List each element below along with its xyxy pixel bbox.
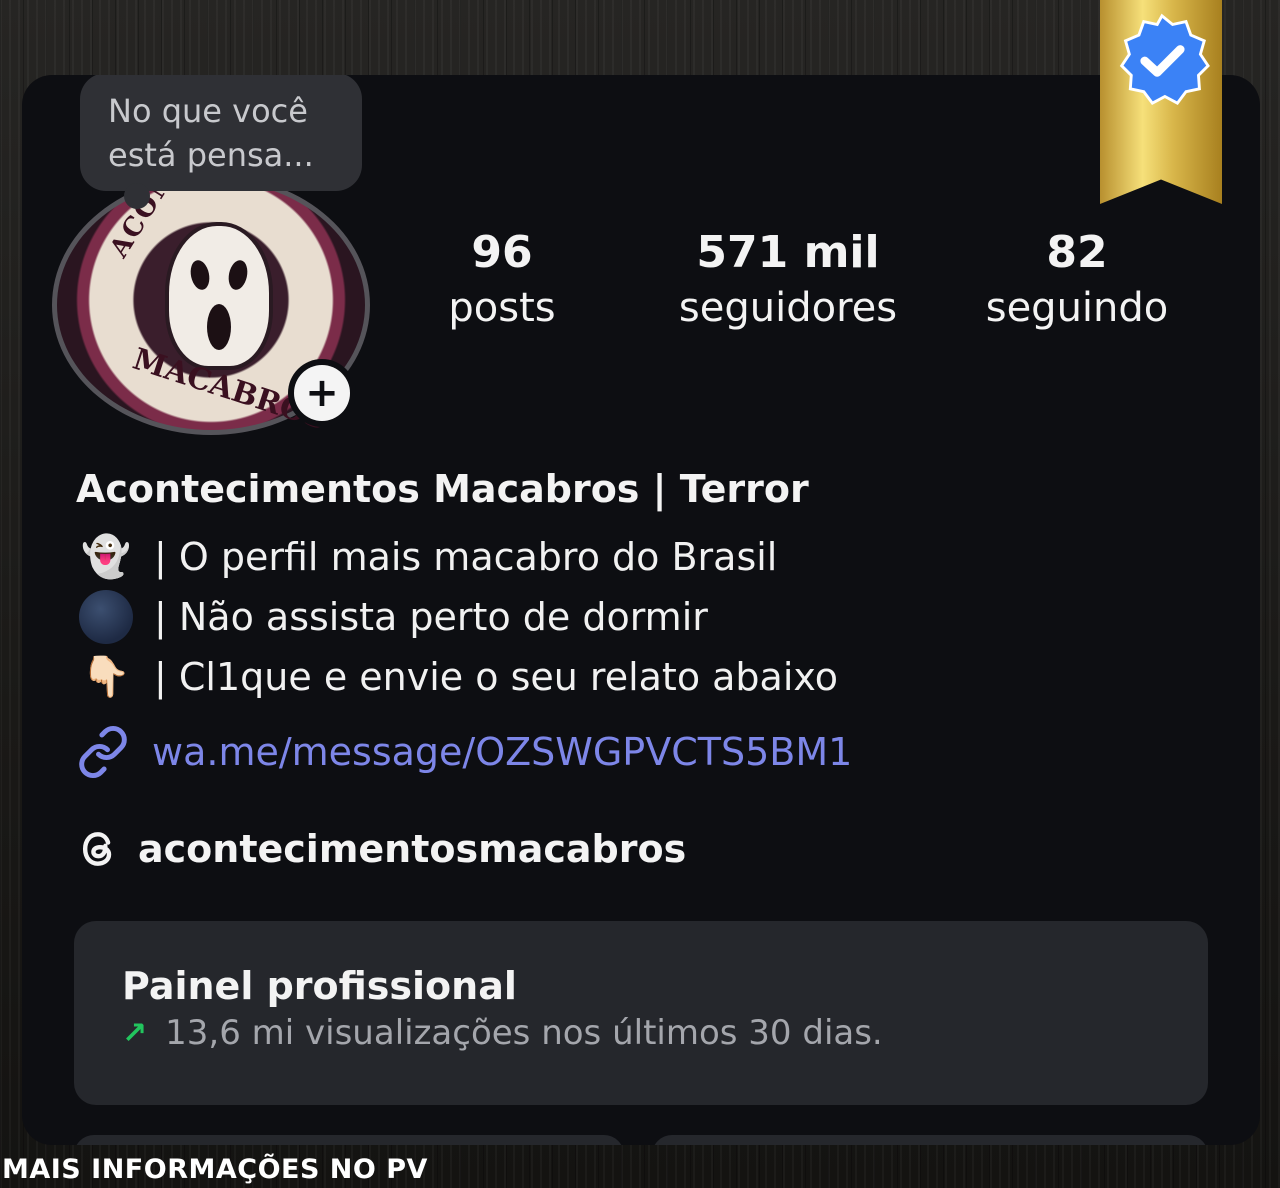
ghost-emoji-icon: 👻 (81, 534, 131, 580)
threads-handle: acontecimentosmacabros (138, 827, 687, 871)
threads-link[interactable]: acontecimentosmacabros (76, 827, 686, 871)
stat-following[interactable]: 82 seguindo (972, 227, 1182, 337)
note-bubble[interactable]: No que você está pensa... (80, 75, 362, 209)
avatar[interactable]: ACONTECIMENTOS MACABROS + (52, 75, 382, 443)
trend-up-arrow-icon: ↗ (122, 1015, 148, 1051)
note-text: No que você está pensa... (108, 92, 314, 174)
profile-link-text: wa.me/message/OZSWGPVCTS5BM1 (152, 730, 853, 774)
link-icon (79, 725, 127, 779)
pointing-down-emoji-icon: 👇🏻 (81, 654, 131, 700)
dashboard-subtitle: ↗ 13,6 mi visualizações nos últimos 30 d… (122, 1009, 1160, 1057)
bio-line: 👇🏻 | Cl1que e envie o seu relato abaixo (76, 647, 838, 707)
stat-following-value: 82 (1046, 227, 1108, 278)
dashboard-subtitle-text: 13,6 mi visualizações nos últimos 30 dia… (165, 1013, 883, 1053)
stat-followers-value: 571 mil (696, 227, 880, 278)
stat-followers[interactable]: 571 mil seguidores (658, 227, 918, 337)
profile-link[interactable]: wa.me/message/OZSWGPVCTS5BM1 (76, 725, 852, 779)
professional-dashboard-button[interactable]: Painel profissional ↗ 13,6 mi visualizaç… (74, 921, 1208, 1105)
share-profile-button-partial[interactable] (652, 1135, 1208, 1145)
add-story-button[interactable]: + (288, 359, 356, 427)
stat-posts-value: 96 (471, 227, 533, 278)
bio-line-text: | Não assista perto de dormir (154, 595, 708, 639)
stat-posts[interactable]: 96 posts (422, 227, 582, 337)
edit-profile-button-partial[interactable] (74, 1135, 624, 1145)
profile-card: ACONTECIMENTOS MACABROS + No que você es… (22, 75, 1260, 1145)
stat-following-label: seguindo (985, 285, 1169, 331)
new-moon-emoji-icon (76, 590, 136, 644)
stat-followers-label: seguidores (678, 285, 898, 331)
threads-icon (76, 827, 120, 871)
footer-caption: MAIS INFORMAÇÕES NO PV (2, 1154, 428, 1185)
avatar-logo-text-top: ACONTECIMENTOS (104, 75, 299, 263)
dashboard-title: Painel profissional (122, 964, 517, 1008)
bio-line: | Não assista perto de dormir (76, 587, 838, 647)
profile-bio: 👻 | O perfil mais macabro do Brasil | Nã… (76, 527, 838, 707)
plus-icon: + (294, 365, 350, 421)
stat-posts-label: posts (448, 285, 556, 331)
ghostface-illustration (165, 222, 273, 370)
verified-checkmark-icon (1119, 13, 1210, 106)
profile-name: Acontecimentos Macabros | Terror (76, 467, 809, 511)
bio-line-text: | Cl1que e envie o seu relato abaixo (154, 655, 838, 699)
bio-line-text: | O perfil mais macabro do Brasil (154, 535, 778, 579)
bio-line: 👻 | O perfil mais macabro do Brasil (76, 527, 838, 587)
